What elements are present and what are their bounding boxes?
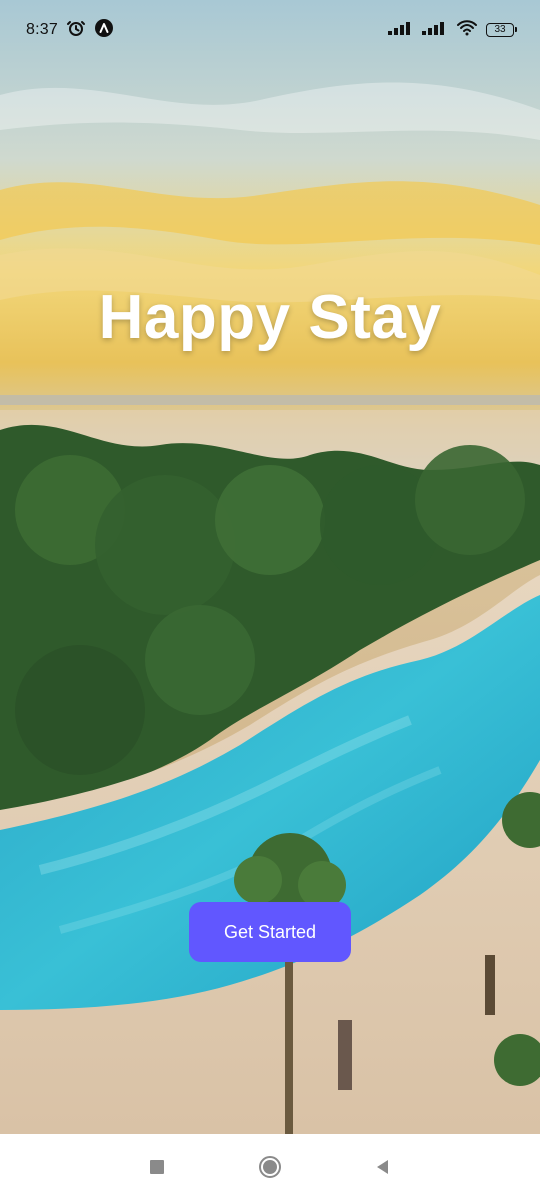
splash-screen: 8:37 33 Happy Stay Get Started — [0, 0, 540, 1134]
get-started-button[interactable]: Get Started — [189, 902, 351, 962]
home-circle-icon[interactable] — [250, 1147, 290, 1187]
recents-square-icon[interactable] — [137, 1147, 177, 1187]
back-triangle-icon[interactable] — [363, 1147, 403, 1187]
status-time: 8:37 — [26, 21, 58, 38]
signal-icon — [388, 21, 414, 40]
alarm-icon — [66, 18, 86, 43]
app-title: Happy Stay — [98, 283, 442, 352]
status-left: 8:37 — [26, 18, 114, 43]
background-resort-image — [0, 0, 540, 1134]
wifi-icon — [456, 19, 478, 41]
status-bar: 8:37 33 — [0, 0, 540, 60]
battery-icon: 33 — [486, 23, 517, 37]
app-notification-icon — [94, 18, 114, 43]
battery-level: 33 — [494, 24, 506, 35]
system-nav-bar — [0, 1134, 540, 1200]
signal-icon — [422, 21, 448, 40]
status-right: 33 — [388, 19, 517, 41]
